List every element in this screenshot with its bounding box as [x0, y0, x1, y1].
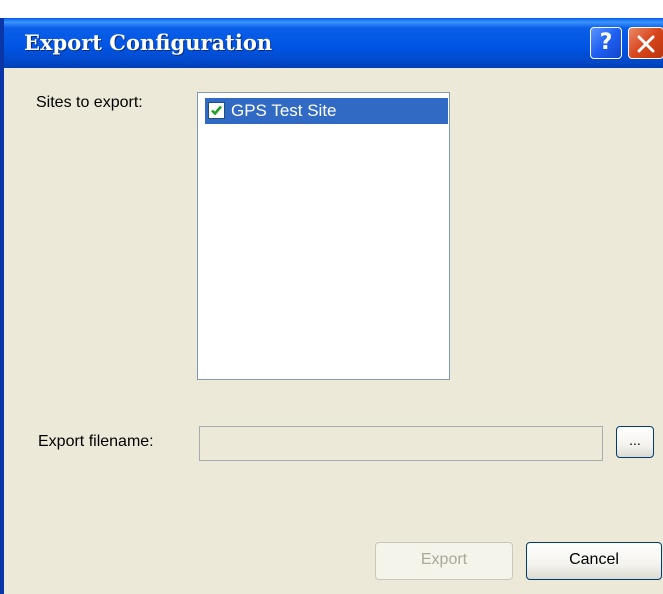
close-icon	[637, 35, 655, 53]
checkmark-icon	[211, 105, 222, 116]
sites-to-export-label: Sites to export:	[36, 94, 143, 111]
window-title: Export Configuration	[24, 30, 273, 55]
dialog-body: Sites to export: GPS Test Site Export fi…	[0, 68, 663, 594]
export-button[interactable]: Export	[375, 542, 513, 580]
export-configuration-dialog: Export Configuration ? Sites to export: …	[0, 0, 663, 594]
export-filename-input[interactable]	[199, 426, 603, 461]
close-button[interactable]	[628, 27, 663, 59]
export-filename-label: Export filename:	[38, 433, 154, 450]
browse-button[interactable]: ...	[616, 426, 654, 458]
help-icon: ?	[599, 30, 613, 55]
cancel-button[interactable]: Cancel	[526, 542, 662, 580]
sites-listbox[interactable]: GPS Test Site	[197, 92, 450, 380]
site-checkbox[interactable]	[208, 102, 225, 119]
help-button[interactable]: ?	[590, 27, 622, 59]
site-list-item[interactable]: GPS Test Site	[205, 98, 448, 124]
site-item-label: GPS Test Site	[231, 101, 337, 120]
title-bar[interactable]: Export Configuration ?	[0, 18, 663, 68]
